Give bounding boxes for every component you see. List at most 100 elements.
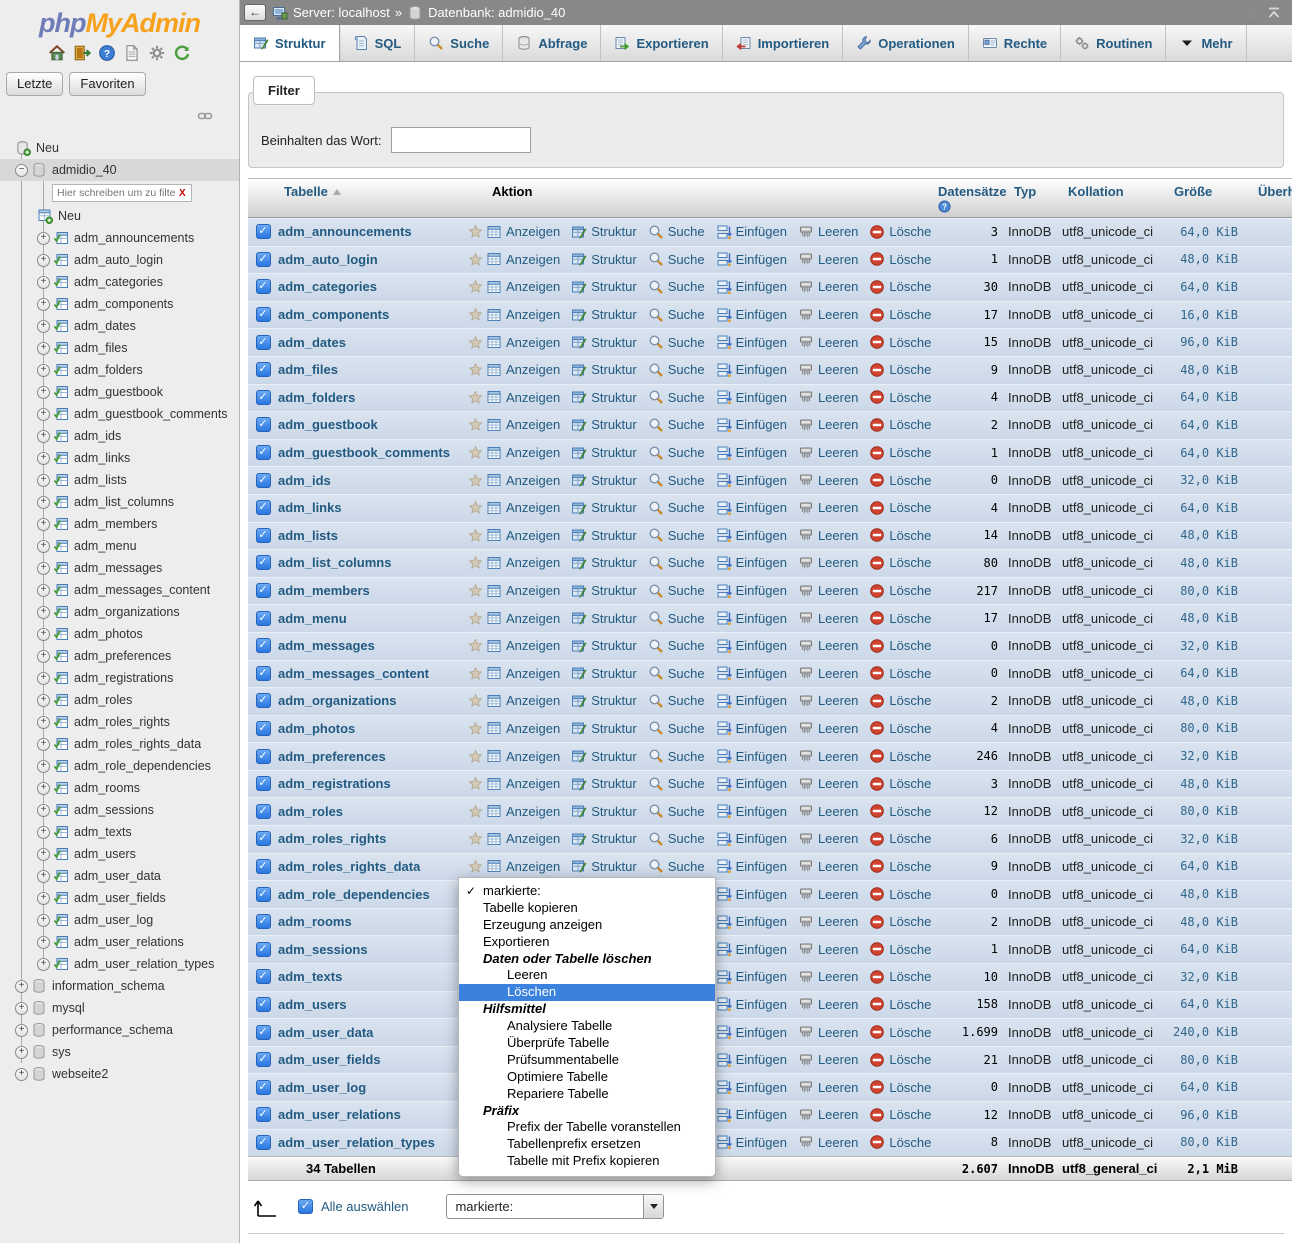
drop-action[interactable]: Löschen xyxy=(869,610,932,626)
empty-action[interactable]: Leeren xyxy=(798,417,858,433)
row-checkbox[interactable] xyxy=(256,445,271,460)
empty-action[interactable]: Leeren xyxy=(798,389,858,405)
expander-plus-icon[interactable]: + xyxy=(37,562,50,575)
drop-action[interactable]: Löschen xyxy=(869,307,932,323)
tab-mehr[interactable]: Mehr xyxy=(1166,25,1246,61)
table-name-link[interactable]: adm_photos xyxy=(278,721,355,736)
menu-item-repariere-tabelle[interactable]: Repariere Tabelle xyxy=(459,1086,715,1103)
menu-item-analysiere-tabelle[interactable]: Analysiere Tabelle xyxy=(459,1018,715,1035)
tree-item-table-adm_user_log[interactable]: +adm_user_log xyxy=(0,909,239,931)
empty-action[interactable]: Leeren xyxy=(798,1052,858,1068)
insert-action[interactable]: Einfügen xyxy=(716,1079,787,1095)
empty-action[interactable]: Leeren xyxy=(798,776,858,792)
drop-action[interactable]: Löschen xyxy=(869,1052,932,1068)
menu-item-prefix-der-tabelle-voranstellen[interactable]: Prefix der Tabelle voranstellen xyxy=(459,1119,715,1136)
table-name-link[interactable]: adm_menu xyxy=(278,611,347,626)
expander-plus-icon[interactable]: + xyxy=(37,364,50,377)
empty-action[interactable]: Leeren xyxy=(798,886,858,902)
empty-action[interactable]: Leeren xyxy=(798,693,858,709)
row-checkbox[interactable] xyxy=(256,307,271,322)
structure-action[interactable]: Struktur xyxy=(571,334,637,350)
row-checkbox[interactable] xyxy=(256,721,271,736)
browse-action[interactable]: Anzeigen xyxy=(486,665,560,681)
star-icon[interactable] xyxy=(468,445,483,460)
tree-item-table-adm_guestbook[interactable]: +adm_guestbook xyxy=(0,381,239,403)
row-checkbox[interactable] xyxy=(256,1025,271,1040)
browse-action[interactable]: Anzeigen xyxy=(486,720,560,736)
drop-action[interactable]: Löschen xyxy=(869,693,932,709)
tree-item-table-adm_users[interactable]: +adm_users xyxy=(0,843,239,865)
expander-plus-icon[interactable]: + xyxy=(37,694,50,707)
tree-item-table-adm_roles_rights_data[interactable]: +adm_roles_rights_data xyxy=(0,733,239,755)
tab-rechte[interactable]: Rechte xyxy=(969,25,1061,61)
tree-item-table-adm_photos[interactable]: +adm_photos xyxy=(0,623,239,645)
insert-action[interactable]: Einfügen xyxy=(716,610,787,626)
table-name-link[interactable]: adm_guestbook xyxy=(278,417,378,432)
search-action[interactable]: Suche xyxy=(648,362,705,378)
tab-exportieren[interactable]: Exportieren xyxy=(601,25,722,61)
insert-action[interactable]: Einfügen xyxy=(716,417,787,433)
search-action[interactable]: Suche xyxy=(648,500,705,516)
page-settings-icon[interactable] xyxy=(1244,5,1260,21)
expander-plus-icon[interactable]: + xyxy=(37,958,50,971)
star-icon[interactable] xyxy=(468,335,483,350)
empty-action[interactable]: Leeren xyxy=(798,720,858,736)
empty-action[interactable]: Leeren xyxy=(798,1107,858,1123)
expander-plus-icon[interactable]: + xyxy=(37,782,50,795)
search-action[interactable]: Suche xyxy=(648,776,705,792)
menu-item-tabelle-mit-prefix-kopieren[interactable]: Tabelle mit Prefix kopieren xyxy=(459,1153,715,1170)
table-name-link[interactable]: adm_registrations xyxy=(278,776,391,791)
empty-action[interactable]: Leeren xyxy=(798,1024,858,1040)
expander-plus-icon[interactable]: + xyxy=(37,650,50,663)
empty-action[interactable]: Leeren xyxy=(798,1079,858,1095)
browse-action[interactable]: Anzeigen xyxy=(486,610,560,626)
exit-icon[interactable] xyxy=(73,44,91,62)
structure-action[interactable]: Struktur xyxy=(571,224,637,240)
drop-action[interactable]: Löschen xyxy=(869,500,932,516)
structure-action[interactable]: Struktur xyxy=(571,638,637,654)
expander-plus-icon[interactable]: + xyxy=(37,826,50,839)
drop-action[interactable]: Löschen xyxy=(869,334,932,350)
breadcrumb-server-link[interactable]: Server: localhost xyxy=(293,5,390,20)
settings-icon[interactable] xyxy=(148,44,166,62)
header-datensaetze[interactable]: Datensätze? xyxy=(932,179,1008,217)
search-action[interactable]: Suche xyxy=(648,417,705,433)
expander-plus-icon[interactable]: + xyxy=(37,892,50,905)
menu-item-erzeugung-anzeigen[interactable]: Erzeugung anzeigen xyxy=(459,917,715,934)
structure-action[interactable]: Struktur xyxy=(571,720,637,736)
drop-action[interactable]: Löschen xyxy=(869,776,932,792)
tree-item-table-adm_rooms[interactable]: +adm_rooms xyxy=(0,777,239,799)
insert-action[interactable]: Einfügen xyxy=(716,555,787,571)
drop-action[interactable]: Löschen xyxy=(869,527,932,543)
structure-action[interactable]: Struktur xyxy=(571,362,637,378)
structure-action[interactable]: Struktur xyxy=(571,610,637,626)
drop-action[interactable]: Löschen xyxy=(869,1024,932,1040)
tree-item-table-adm_messages_content[interactable]: +adm_messages_content xyxy=(0,579,239,601)
tree-item-table-adm_files[interactable]: +adm_files xyxy=(0,337,239,359)
tree-item-table-adm_dates[interactable]: +adm_dates xyxy=(0,315,239,337)
browse-action[interactable]: Anzeigen xyxy=(486,417,560,433)
structure-action[interactable]: Struktur xyxy=(571,251,637,267)
row-checkbox[interactable] xyxy=(256,638,271,653)
expander-plus-icon[interactable]: + xyxy=(15,1024,28,1037)
check-all-label[interactable]: Alle auswählen xyxy=(321,1199,408,1214)
empty-action[interactable]: Leeren xyxy=(798,831,858,847)
tree-item-table-adm_ids[interactable]: +adm_ids xyxy=(0,425,239,447)
structure-action[interactable]: Struktur xyxy=(571,500,637,516)
table-name-link[interactable]: adm_user_fields xyxy=(278,1052,381,1067)
search-action[interactable]: Suche xyxy=(648,583,705,599)
table-name-link[interactable]: adm_user_data xyxy=(278,1025,373,1040)
row-checkbox[interactable] xyxy=(256,776,271,791)
table-name-link[interactable]: adm_messages xyxy=(278,638,375,653)
row-checkbox[interactable] xyxy=(256,942,271,957)
tree-filter-input[interactable] xyxy=(52,184,192,202)
tree-item-table-adm_folders[interactable]: +adm_folders xyxy=(0,359,239,381)
drop-action[interactable]: Löschen xyxy=(869,914,932,930)
empty-action[interactable]: Leeren xyxy=(798,665,858,681)
star-icon[interactable] xyxy=(468,528,483,543)
drop-action[interactable]: Löschen xyxy=(869,445,932,461)
tree-item-table-adm_roles_rights[interactable]: +adm_roles_rights xyxy=(0,711,239,733)
header-groesse[interactable]: Größe xyxy=(1168,179,1252,217)
empty-action[interactable]: Leeren xyxy=(798,969,858,985)
structure-action[interactable]: Struktur xyxy=(571,279,637,295)
